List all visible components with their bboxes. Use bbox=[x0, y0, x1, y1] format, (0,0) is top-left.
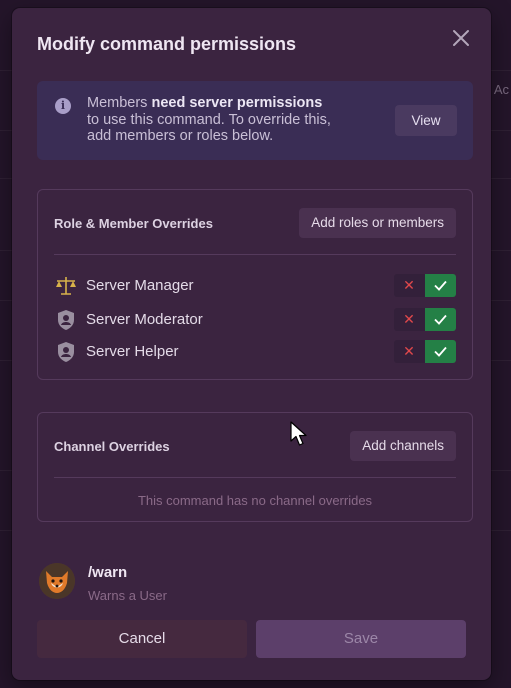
shield-icon bbox=[58, 310, 74, 330]
deny-button[interactable]: ✕ bbox=[394, 308, 424, 331]
check-icon bbox=[434, 280, 447, 291]
role-row-server-manager: Server Manager ✕ bbox=[54, 273, 456, 299]
view-button[interactable]: View bbox=[395, 105, 457, 136]
permissions-info-banner: i Members need server permissions to use… bbox=[37, 81, 473, 160]
command-description: Warns a User bbox=[88, 588, 167, 603]
info-text: Members need server permissions to use t… bbox=[87, 95, 337, 145]
deny-button[interactable]: ✕ bbox=[394, 274, 424, 297]
bot-avatar bbox=[39, 563, 75, 599]
permission-toggle: ✕ bbox=[394, 308, 456, 331]
command-name: /warn bbox=[88, 564, 128, 581]
command-permissions-modal: Modify command permissions i Members nee… bbox=[12, 8, 491, 680]
check-icon bbox=[434, 346, 447, 357]
deny-button[interactable]: ✕ bbox=[394, 340, 424, 363]
scales-icon bbox=[56, 277, 76, 295]
cancel-button[interactable]: Cancel bbox=[37, 620, 247, 658]
role-name: Server Manager bbox=[86, 277, 194, 294]
role-member-overrides-card: Role & Member Overrides Add roles or mem… bbox=[37, 189, 473, 380]
channel-overrides-heading: Channel Overrides bbox=[54, 439, 170, 454]
role-name: Server Moderator bbox=[86, 311, 203, 328]
add-channels-button[interactable]: Add channels bbox=[350, 431, 456, 461]
shield-icon bbox=[58, 342, 74, 362]
allow-button[interactable] bbox=[425, 274, 456, 297]
no-channel-overrides-text: This command has no channel overrides bbox=[137, 493, 373, 508]
role-name: Server Helper bbox=[86, 343, 179, 360]
allow-button[interactable] bbox=[425, 308, 456, 331]
info-text-after: to use this command. To override this, a… bbox=[87, 111, 331, 145]
close-icon bbox=[453, 30, 469, 46]
check-icon bbox=[434, 314, 447, 325]
role-row-server-moderator: Server Moderator ✕ bbox=[54, 307, 456, 333]
add-roles-or-members-button[interactable]: Add roles or members bbox=[299, 208, 456, 238]
info-text-before: Members bbox=[87, 95, 152, 111]
channel-overrides-card: Channel Overrides Add channels This comm… bbox=[37, 412, 473, 522]
background-edge-text: Ac bbox=[493, 82, 509, 97]
permission-toggle: ✕ bbox=[394, 274, 456, 297]
modal-title: Modify command permissions bbox=[37, 34, 297, 54]
fox-avatar-icon bbox=[39, 563, 75, 599]
save-button[interactable]: Save bbox=[256, 620, 466, 658]
info-icon: i bbox=[55, 98, 71, 114]
close-button[interactable] bbox=[449, 26, 473, 50]
divider bbox=[54, 254, 456, 255]
role-row-server-helper: Server Helper ✕ bbox=[54, 339, 456, 365]
mouse-cursor-icon bbox=[290, 421, 307, 446]
allow-button[interactable] bbox=[425, 340, 456, 363]
role-overrides-heading: Role & Member Overrides bbox=[54, 216, 213, 231]
permission-toggle: ✕ bbox=[394, 340, 456, 363]
info-text-bold: need server permissions bbox=[151, 95, 323, 111]
divider bbox=[54, 477, 456, 478]
